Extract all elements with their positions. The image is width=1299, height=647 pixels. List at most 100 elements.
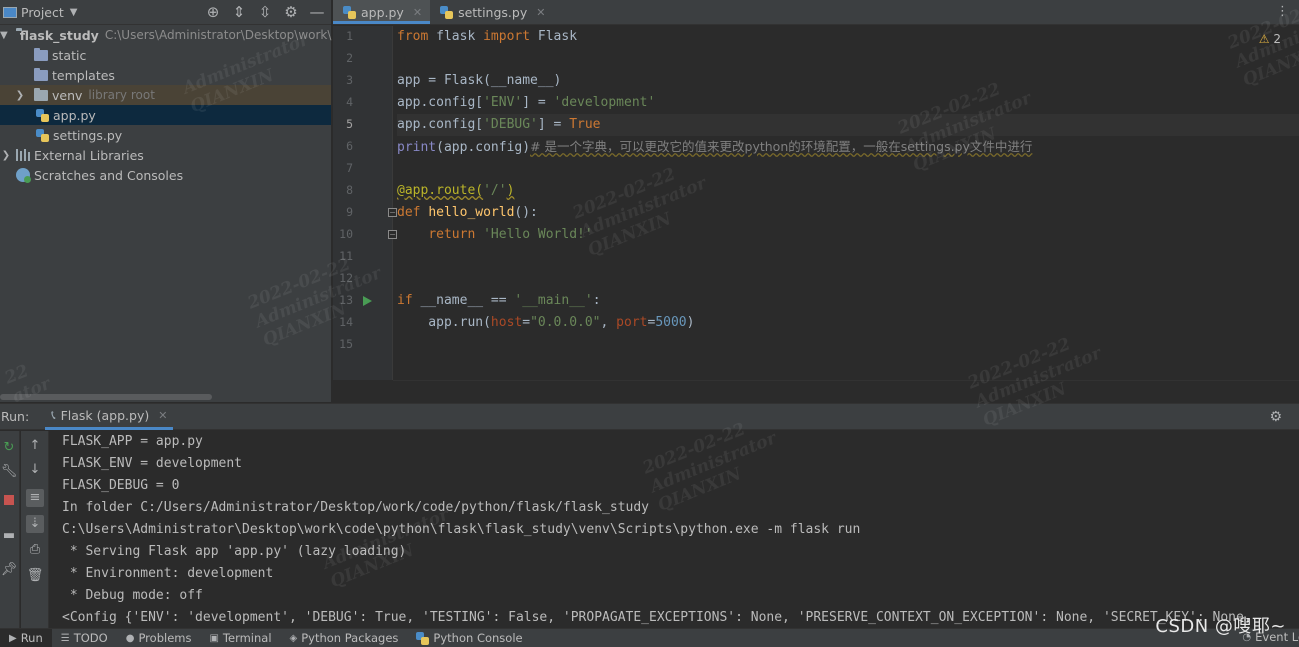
- close-icon[interactable]: ✕: [413, 6, 422, 19]
- line-number: 12: [339, 271, 353, 285]
- code-line-8: @app.route('/'): [397, 183, 515, 198]
- scratches-icon: [16, 168, 31, 183]
- line-number: 7: [346, 161, 353, 175]
- tree-item-label: templates: [52, 67, 115, 83]
- tab-label: settings.py: [458, 4, 528, 20]
- tree-item-app-py[interactable]: app.py: [0, 105, 331, 125]
- wrench-icon[interactable]: 🔧︎: [0, 463, 18, 481]
- tree-item-flask-study[interactable]: ▼ flask_study C:\Users\Administrator\Des…: [0, 25, 331, 45]
- chevron-right-icon[interactable]: ❯: [0, 150, 12, 161]
- run-gutter-icon[interactable]: [363, 296, 372, 306]
- strip-problems[interactable]: ● Problems: [117, 629, 201, 647]
- run-header: Run: 📞︎ Flask (app.py) ✕ ⚙: [0, 403, 1299, 430]
- inspection-widget[interactable]: ⚠ 2: [1259, 32, 1281, 46]
- python-file-icon: [36, 108, 49, 122]
- console-output[interactable]: FLASK_APP = app.py FLASK_ENV = developme…: [62, 431, 1299, 628]
- line-number: 3: [346, 73, 353, 87]
- layout-icon[interactable]: ▬: [0, 527, 18, 545]
- terminal-icon: ▣: [209, 632, 219, 644]
- project-tool-window: Project ▼ ⊕ ⇕ ⇳ ⚙ — ▼ flask_study C:\Use…: [0, 0, 332, 402]
- more-options-icon[interactable]: ⋮: [1276, 4, 1289, 19]
- line-number: 10: [339, 227, 353, 241]
- project-header: Project ▼ ⊕ ⇕ ⇳ ⚙ —: [0, 0, 331, 25]
- tab-app-py[interactable]: app.py ✕: [333, 0, 431, 24]
- tool-window-strip: ▶ Run ☰ TODO ● Problems ▣ Terminal ◈ Python P…: [0, 628, 1299, 647]
- tree-item-label: static: [52, 47, 87, 63]
- stop-icon[interactable]: [0, 493, 18, 511]
- strip-terminal[interactable]: ▣ Terminal: [200, 629, 280, 647]
- line-number: 9: [346, 205, 353, 219]
- tree-item-label: venv: [52, 87, 83, 103]
- editor-horizontal-scroll-area[interactable]: [393, 380, 1299, 402]
- scroll-to-end-icon[interactable]: ⇣: [26, 515, 44, 533]
- python-file-icon: [36, 128, 49, 142]
- horizontal-scrollbar[interactable]: [0, 394, 212, 400]
- soft-wrap-icon[interactable]: ≡: [26, 489, 44, 507]
- tree-item-label: Scratches and Consoles: [34, 167, 184, 183]
- line-number: 11: [339, 249, 353, 263]
- chevron-down-icon[interactable]: ▼: [0, 30, 8, 41]
- console-line: FLASK_APP = app.py: [62, 434, 203, 449]
- tree-item-external-libraries[interactable]: ❯ External Libraries: [0, 145, 331, 165]
- locate-file-icon[interactable]: ⊕: [205, 3, 221, 21]
- python-file-icon: [440, 5, 454, 19]
- run-side-toolbar: ↻ 🔧︎ ▬ 📌︎: [0, 431, 20, 628]
- chevron-right-icon[interactable]: ❯: [14, 90, 26, 101]
- project-view-icon: [3, 6, 17, 18]
- arrow-up-icon[interactable]: ↑: [26, 437, 44, 455]
- pin-icon[interactable]: 📌︎: [0, 561, 18, 579]
- editor-gutter: 1 2 3 4 5 6 7 8 9 10 11 12 13 14 15− −: [333, 26, 397, 380]
- tree-item-static[interactable]: static: [0, 45, 331, 65]
- project-view-title[interactable]: Project: [21, 5, 64, 20]
- collapse-all-icon[interactable]: ⇳: [257, 3, 273, 21]
- fold-icon[interactable]: −: [388, 230, 397, 239]
- console-line: FLASK_DEBUG = 0: [62, 478, 180, 493]
- hide-panel-icon[interactable]: —: [309, 3, 325, 21]
- strip-todo[interactable]: ☰ TODO: [52, 629, 117, 647]
- console-line: FLASK_ENV = development: [62, 456, 243, 471]
- gear-icon[interactable]: ⚙: [1269, 409, 1282, 425]
- console-line: C:\Users\Administrator\Desktop\work\code…: [62, 522, 861, 537]
- print-icon[interactable]: ⎙: [26, 541, 44, 559]
- warning-icon: ⚠: [1258, 32, 1270, 46]
- chevron-down-icon[interactable]: ▼: [70, 7, 78, 18]
- gear-icon[interactable]: ⚙: [283, 3, 299, 21]
- tree-item-settings-py[interactable]: settings.py: [0, 125, 331, 145]
- fold-icon[interactable]: −: [388, 208, 397, 217]
- code-line-6: print(app.config)# 是一个字典，可以更改它的值来更改pytho…: [397, 139, 1033, 155]
- line-number: 1: [346, 29, 353, 43]
- console-line: In folder C:/Users/Administrator/Desktop…: [62, 500, 649, 515]
- console-line: * Serving Flask app 'app.py' (lazy loadi…: [62, 544, 407, 559]
- run-tab-flask[interactable]: 📞︎ Flask (app.py) ✕: [45, 403, 174, 430]
- strip-python-console[interactable]: Python Console: [407, 629, 531, 647]
- code-area[interactable]: from flask import Flask app = Flask(__na…: [397, 26, 1299, 380]
- arrow-down-icon[interactable]: ↓: [26, 461, 44, 479]
- rerun-icon[interactable]: ↻: [0, 439, 18, 457]
- tree-item-templates[interactable]: templates: [0, 65, 331, 85]
- strip-run[interactable]: ▶ Run: [0, 628, 52, 647]
- code-line-10: return 'Hello World!': [428, 227, 593, 242]
- tab-settings-py[interactable]: settings.py ✕: [430, 0, 553, 24]
- project-header-tools: ⊕ ⇕ ⇳ ⚙ —: [205, 3, 325, 21]
- flask-run-config-icon: 📞︎: [51, 407, 56, 422]
- trash-icon[interactable]: 🗑︎: [26, 567, 44, 585]
- code-line-5: app.config['DEBUG'] = True: [397, 114, 1299, 136]
- line-number: 5: [346, 117, 353, 131]
- info-icon: ●: [125, 632, 135, 644]
- close-icon[interactable]: ✕: [158, 409, 167, 422]
- console-line: * Environment: development: [62, 566, 274, 581]
- line-number: 6: [346, 139, 353, 153]
- strip-python-packages[interactable]: ◈ Python Packages: [281, 629, 408, 647]
- tree-item-label: External Libraries: [34, 147, 144, 163]
- list-icon: ☰: [60, 632, 70, 644]
- code-line-4: app.config['ENV'] = 'development': [397, 95, 656, 110]
- python-file-icon: [343, 5, 356, 19]
- console-side-toolbar: ↑ ↓ ≡ ⇣ ⎙ 🗑︎: [21, 431, 49, 628]
- tree-item-label: flask_study: [19, 27, 99, 43]
- warning-count: 2: [1273, 32, 1281, 46]
- tree-item-venv[interactable]: ❯ venv library root: [0, 85, 331, 105]
- tree-item-scratches[interactable]: Scratches and Consoles: [0, 165, 331, 185]
- code-line-1: from flask import Flask: [397, 29, 578, 44]
- close-icon[interactable]: ✕: [536, 6, 545, 19]
- expand-all-icon[interactable]: ⇕: [231, 3, 247, 21]
